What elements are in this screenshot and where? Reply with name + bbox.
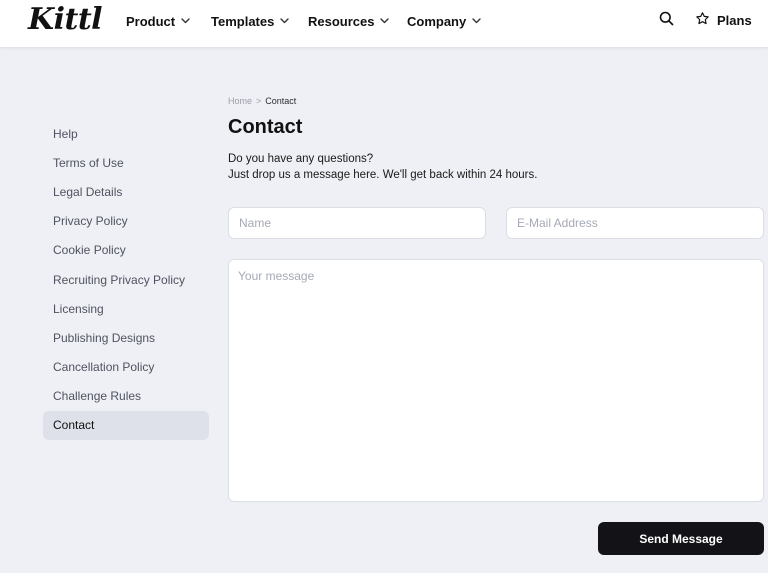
breadcrumb-home-link[interactable]: Home [228, 96, 252, 106]
plans-label: Plans [717, 12, 752, 28]
star-outline-icon [695, 11, 710, 29]
nav-item-label: Company [407, 13, 467, 29]
nav-item-label: Templates [211, 13, 275, 29]
nav-item-product[interactable]: Product [126, 0, 190, 42]
search-icon [659, 11, 674, 31]
sidebar-item-legal-details[interactable]: Legal Details [43, 177, 209, 206]
sidebar-item-publishing-designs[interactable]: Publishing Designs [43, 323, 209, 352]
sidebar-item-licensing[interactable]: Licensing [43, 294, 209, 323]
name-field[interactable] [228, 207, 486, 239]
sidebar-item-terms-of-use[interactable]: Terms of Use [43, 148, 209, 177]
chevron-down-icon [380, 18, 390, 24]
nav-item-resources[interactable]: Resources [308, 0, 390, 42]
chevron-down-icon [280, 18, 290, 24]
nav-item-company[interactable]: Company [407, 0, 481, 42]
page-title: Contact [228, 116, 303, 138]
sidebar-item-help[interactable]: Help [43, 119, 209, 148]
chevron-down-icon [472, 18, 481, 24]
legal-sidebar: Help Terms of Use Legal Details Privacy … [43, 119, 209, 441]
breadcrumb: Home > Contact [228, 96, 296, 106]
intro-line: Just drop us a message here. We'll get b… [228, 169, 538, 181]
nav-item-templates[interactable]: Templates [211, 0, 290, 42]
sidebar-item-cancellation-policy[interactable]: Cancellation Policy [43, 353, 209, 382]
email-field[interactable] [506, 207, 764, 239]
message-field[interactable] [228, 259, 764, 502]
kittl-logo[interactable]: Kittl [28, 0, 103, 40]
breadcrumb-separator: > [256, 96, 262, 106]
sidebar-item-recruiting-privacy-policy[interactable]: Recruiting Privacy Policy [43, 265, 209, 294]
intro-line: Do you have any questions? [228, 153, 374, 165]
nav-item-label: Product [126, 13, 176, 29]
sidebar-item-challenge-rules[interactable]: Challenge Rules [43, 382, 209, 411]
plans-link[interactable]: Plans [695, 0, 752, 40]
nav-item-label: Resources [308, 13, 375, 29]
chevron-down-icon [181, 18, 190, 24]
sidebar-item-cookie-policy[interactable]: Cookie Policy [43, 236, 209, 265]
breadcrumb-current: Contact [265, 96, 297, 106]
top-navbar: Kittl Product Templates Resources Compan… [0, 0, 768, 48]
sidebar-item-contact[interactable]: Contact [43, 410, 209, 441]
search-button[interactable] [656, 11, 676, 31]
sidebar-item-privacy-policy[interactable]: Privacy Policy [43, 207, 209, 236]
intro-text: Do you have any questions? Just drop us … [228, 151, 537, 183]
send-message-button[interactable]: Send Message [598, 522, 764, 555]
